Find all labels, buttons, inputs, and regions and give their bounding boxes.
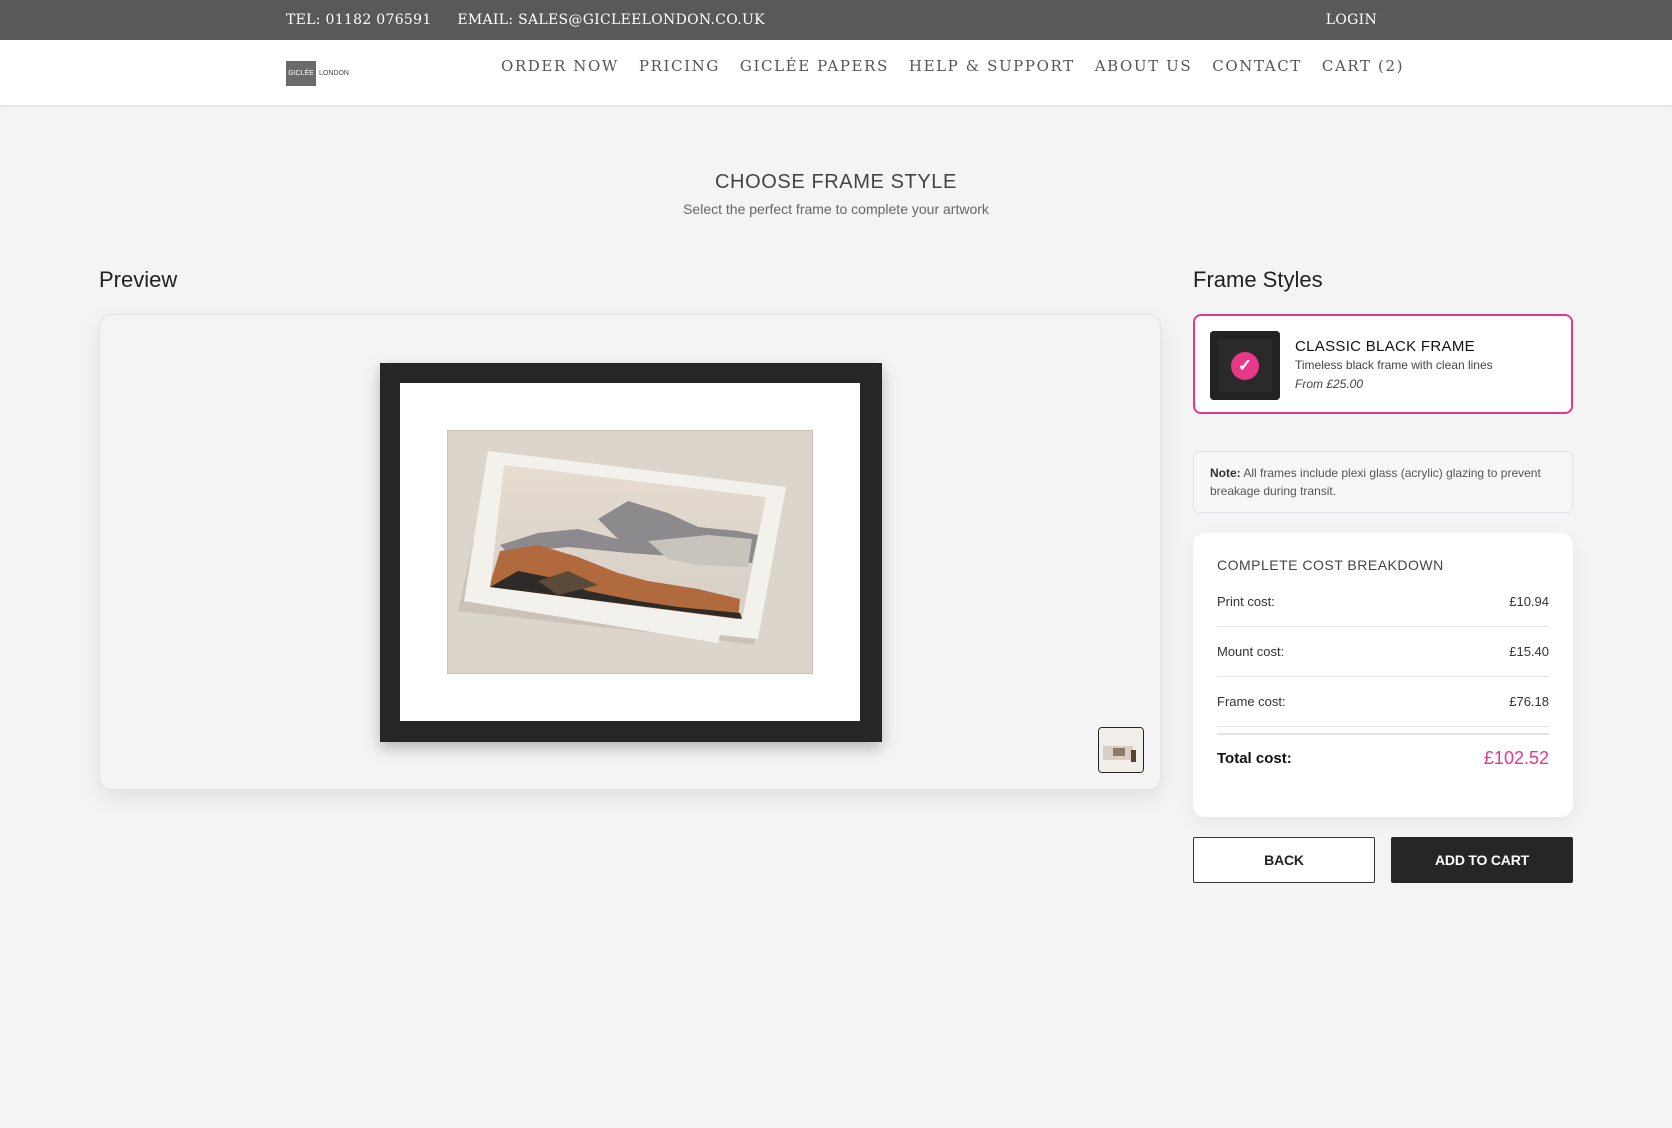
artwork-image bbox=[447, 430, 813, 674]
room-view-icon bbox=[1099, 728, 1143, 772]
preview-panel bbox=[99, 314, 1161, 790]
frame-style-description: Timeless black frame with clean lines bbox=[1295, 358, 1493, 372]
glazing-note: Note: All frames include plexi glass (ac… bbox=[1193, 451, 1573, 513]
site-header: GICLÉE LONDON ORDER NOW PRICING GICLÉE P… bbox=[0, 40, 1672, 106]
page-title: CHOOSE FRAME STYLE bbox=[715, 171, 957, 193]
cost-label: Print cost: bbox=[1217, 594, 1275, 609]
landscape-print-image bbox=[448, 431, 812, 673]
login-link[interactable]: LOGIN bbox=[1326, 12, 1377, 28]
nav-contact[interactable]: CONTACT bbox=[1212, 57, 1302, 75]
mount-mat bbox=[400, 383, 860, 721]
view-thumbnail-button[interactable] bbox=[1098, 727, 1144, 773]
cost-total-row: Total cost: £102.52 bbox=[1217, 748, 1549, 769]
email-address[interactable]: EMAIL: SALES@GICLEELONDON.CO.UK bbox=[457, 12, 765, 28]
frame-styles-heading: Frame Styles bbox=[1193, 267, 1323, 292]
note-label: Note: bbox=[1210, 466, 1241, 480]
total-label: Total cost: bbox=[1217, 750, 1292, 767]
cost-row-frame: Frame cost: £76.18 bbox=[1217, 677, 1549, 727]
cost-value: £10.94 bbox=[1509, 594, 1549, 609]
cost-value: £15.40 bbox=[1509, 644, 1549, 659]
nav-about-us[interactable]: ABOUT US bbox=[1095, 57, 1193, 75]
cost-label: Frame cost: bbox=[1217, 694, 1286, 709]
total-value: £102.52 bbox=[1483, 748, 1549, 768]
selected-check-icon: ✓ bbox=[1231, 352, 1259, 380]
frame-style-option-classic-black[interactable]: ✓ CLASSIC BLACK FRAME Timeless black fra… bbox=[1193, 314, 1573, 414]
main-nav: ORDER NOW PRICING GICLÉE PAPERS HELP & S… bbox=[501, 57, 1424, 75]
cost-breakdown-card: COMPLETE COST BREAKDOWN Print cost: £10.… bbox=[1193, 533, 1573, 817]
site-logo[interactable]: GICLÉE LONDON bbox=[286, 61, 349, 86]
page-subtitle: Select the perfect frame to complete you… bbox=[683, 201, 989, 217]
frame-style-name: CLASSIC BLACK FRAME bbox=[1295, 338, 1475, 355]
nav-giclee-papers[interactable]: GICLÉE PAPERS bbox=[740, 57, 889, 75]
total-divider bbox=[1217, 733, 1549, 735]
cost-label: Mount cost: bbox=[1217, 644, 1285, 659]
cost-value: £76.18 bbox=[1509, 694, 1549, 709]
framed-artwork-preview bbox=[380, 363, 882, 742]
note-text: All frames include plexi glass (acrylic)… bbox=[1210, 466, 1541, 498]
phone-number[interactable]: TEL: 01182 076591 bbox=[286, 12, 432, 28]
back-button[interactable]: BACK bbox=[1193, 837, 1375, 883]
preview-heading: Preview bbox=[99, 267, 178, 292]
frame-swatch: ✓ bbox=[1210, 331, 1280, 400]
top-contact-bar: TEL: 01182 076591 EMAIL: SALES@GICLEELON… bbox=[0, 0, 1672, 40]
nav-help-support[interactable]: HELP & SUPPORT bbox=[909, 57, 1075, 75]
nav-order-now[interactable]: ORDER NOW bbox=[501, 57, 619, 75]
logo-mark: GICLÉE bbox=[286, 61, 316, 86]
cost-row-mount: Mount cost: £15.40 bbox=[1217, 627, 1549, 677]
nav-cart[interactable]: CART (2) bbox=[1322, 57, 1404, 75]
cost-row-print: Print cost: £10.94 bbox=[1217, 577, 1549, 627]
logo-text: LONDON bbox=[319, 70, 349, 77]
contact-info: TEL: 01182 076591 EMAIL: SALES@GICLEELON… bbox=[286, 12, 786, 28]
cost-breakdown-title: COMPLETE COST BREAKDOWN bbox=[1217, 557, 1444, 573]
add-to-cart-button[interactable]: ADD TO CART bbox=[1391, 837, 1573, 883]
nav-pricing[interactable]: PRICING bbox=[639, 57, 720, 75]
frame-style-price: From £25.00 bbox=[1295, 377, 1364, 391]
